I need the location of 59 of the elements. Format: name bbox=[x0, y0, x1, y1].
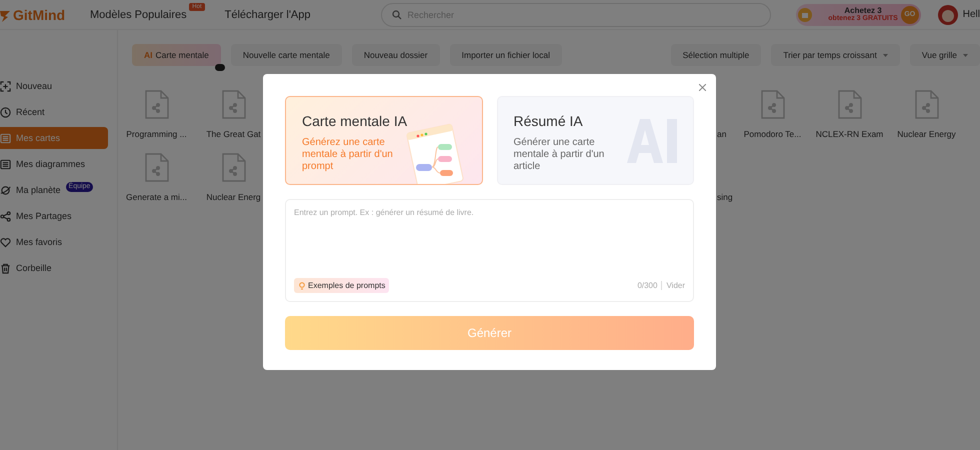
sidebar-item[interactable]: Mes Partages bbox=[0, 205, 108, 227]
file-icon bbox=[914, 90, 938, 119]
list-icon bbox=[0, 158, 11, 170]
file-card[interactable]: Pomodoro Te... bbox=[734, 90, 811, 139]
close-icon[interactable] bbox=[699, 84, 706, 91]
file-icon bbox=[222, 90, 246, 119]
toolbar-button[interactable]: Trier par temps croissant bbox=[771, 44, 900, 66]
clear-button[interactable]: Vider bbox=[661, 281, 685, 290]
app-logo[interactable]: GitMind bbox=[13, 6, 66, 22]
file-card[interactable]: Nuclear Energy bbox=[888, 90, 965, 139]
sidebar-item[interactable]: Corbeille bbox=[0, 257, 108, 279]
file-card[interactable]: The Great Gat bbox=[195, 90, 272, 139]
file-card[interactable]: Generate a mi... bbox=[118, 153, 195, 202]
trash-icon bbox=[0, 262, 11, 274]
sidebar-item[interactable]: Mes favoris bbox=[0, 231, 108, 253]
file-icon bbox=[760, 90, 784, 119]
prompt-field[interactable]: Entrez un prompt. Ex : générer un résumé de livre. Exemples de prompts 0/300 Vider bbox=[285, 199, 694, 302]
file-card[interactable]: Nuclear Energ bbox=[195, 153, 272, 202]
caret-icon bbox=[963, 54, 968, 56]
promo-headline: Achetez 3 bbox=[844, 7, 882, 15]
option-title: Carte mentale IA bbox=[302, 113, 408, 129]
file-name[interactable]: sing bbox=[717, 192, 733, 202]
option-card[interactable]: Résumé IA Générer une carte mentale à partir d'un article bbox=[496, 96, 694, 185]
option-card[interactable]: Carte mentale IA Générez une carte mentale à partir d'un prompt bbox=[285, 96, 482, 185]
file-card[interactable]: NCLEX-RN Exam bbox=[811, 90, 888, 139]
file-icon bbox=[222, 153, 246, 182]
share-icon bbox=[0, 210, 11, 222]
option-description: Générer une carte mentale à partir d'un article bbox=[514, 137, 606, 173]
toolbar-button[interactable]: Nouveau dossier bbox=[352, 44, 440, 66]
file-name[interactable]: an bbox=[717, 129, 726, 139]
add-icon bbox=[0, 80, 11, 92]
character-counter: 0/300 bbox=[637, 281, 658, 290]
ai-icon: AI bbox=[144, 50, 152, 60]
avatar-icon[interactable] bbox=[936, 4, 959, 26]
sidebar-item[interactable]: Mes cartes bbox=[0, 127, 108, 149]
toolbar-button[interactable]: Vue grille bbox=[910, 44, 980, 66]
user-name[interactable]: Hell bbox=[962, 9, 980, 20]
sidebar-item[interactable]: Nouveau bbox=[0, 75, 108, 97]
option-description: Générez une carte mentale à partir d'un prompt bbox=[302, 137, 394, 173]
lightbulb-icon bbox=[298, 281, 306, 290]
file-icon bbox=[144, 153, 168, 182]
file-icon bbox=[838, 90, 862, 119]
planet-icon bbox=[0, 184, 11, 196]
examples-button[interactable]: Exemples de prompts bbox=[294, 278, 390, 293]
nav-link[interactable]: Télécharger l'App bbox=[224, 8, 310, 20]
sidebar-item[interactable]: Mes diagrammes bbox=[0, 153, 108, 175]
file-icon bbox=[144, 90, 168, 119]
toolbar-button[interactable]: Importer un fichier local bbox=[450, 44, 562, 66]
file-card[interactable]: Programming ... bbox=[118, 90, 195, 139]
list-icon bbox=[0, 132, 11, 144]
search-icon bbox=[392, 10, 402, 20]
toolbar-button[interactable]: Nouvelle carte mentale bbox=[230, 44, 342, 66]
toolbar-button[interactable]: Sélection multiple bbox=[670, 44, 762, 66]
toolbar-button[interactable]: AI Carte mentale bbox=[132, 44, 221, 66]
clock-icon bbox=[0, 106, 11, 118]
option-title: Résumé IA bbox=[514, 113, 584, 129]
caret-icon bbox=[882, 54, 888, 56]
sidebar-item[interactable]: Récent bbox=[0, 101, 108, 123]
heart-icon bbox=[0, 236, 11, 248]
